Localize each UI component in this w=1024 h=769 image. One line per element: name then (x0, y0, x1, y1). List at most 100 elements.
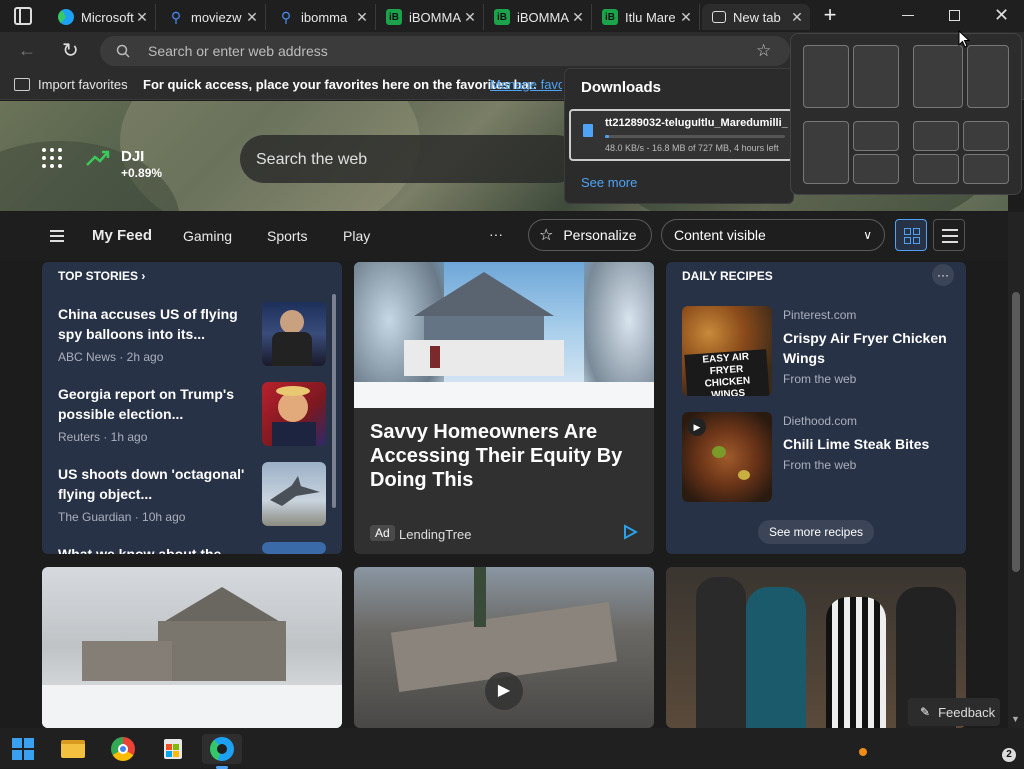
personalize-button[interactable]: ☆ Personalize (528, 219, 652, 251)
tab-label: moviezw (191, 9, 242, 25)
ad-card[interactable]: Savvy Homeowners Are Accessing Their Equ… (354, 262, 654, 554)
tab-sports[interactable]: Sports (267, 228, 307, 244)
close-tab-icon[interactable]: ✕ (135, 9, 149, 26)
chrome-icon[interactable] (108, 734, 138, 764)
close-tab-icon[interactable]: ✕ (679, 9, 693, 26)
tab[interactable]: New tab ✕ (702, 4, 810, 30)
refresh-button[interactable]: ↻ (62, 38, 79, 63)
tab[interactable]: iB iBOMMA ✕ (484, 4, 592, 30)
snap-zone[interactable] (963, 121, 1009, 151)
apps-grid-icon[interactable] (42, 148, 62, 168)
ad-badge: Ad (370, 525, 395, 541)
tab[interactable]: iB Itlu Mare ✕ (592, 4, 700, 30)
close-window-button[interactable]: ✕ (994, 5, 1009, 26)
tab-my-feed[interactable]: My Feed (92, 227, 152, 244)
feedback-button[interactable]: ✎ Feedback (908, 698, 1000, 726)
tab-play[interactable]: Play (343, 228, 370, 244)
minimize-button[interactable] (902, 15, 914, 16)
tab-label: iBOMMA (517, 9, 569, 25)
tab[interactable]: Microsoft ✕ (48, 4, 156, 30)
edge-icon (58, 9, 74, 25)
recipe-thumbnail: ▶ (682, 412, 772, 502)
story-item[interactable]: What we know about the (58, 544, 248, 554)
page-scrollbar[interactable]: ▼ (1008, 212, 1024, 728)
snap-zone[interactable] (803, 45, 849, 108)
tab-label: New tab (733, 9, 781, 25)
recipe-title[interactable]: Crispy Air Fryer Chicken Wings (783, 328, 953, 368)
ibomma-icon: iB (602, 9, 618, 25)
recipe-overlay: EASY AIR FRYER CHICKEN WINGS (684, 349, 770, 396)
story-item[interactable]: US shoots down 'octagonal' flying object… (58, 464, 248, 524)
stories-scrollbar[interactable] (332, 294, 336, 508)
news-card-video[interactable]: ▶ (354, 567, 654, 728)
snap-zone[interactable] (963, 154, 1009, 184)
web-search-input[interactable]: Search the web (240, 135, 580, 183)
back-button[interactable]: ← (18, 40, 36, 61)
edge-icon[interactable] (202, 734, 242, 769)
snap-zone[interactable] (913, 45, 963, 108)
store-icon[interactable] (158, 734, 188, 764)
close-tab-icon[interactable]: ✕ (355, 9, 369, 26)
content-visible-dropdown[interactable]: Content visible ∨ (661, 219, 885, 251)
import-favorites-icon (14, 78, 30, 91)
ibomma-icon: iB (386, 9, 402, 25)
snap-zone[interactable] (913, 154, 959, 184)
close-tab-icon[interactable]: ✕ (790, 9, 804, 26)
stock-ticker[interactable]: DJI (121, 148, 144, 165)
close-tab-icon[interactable]: ✕ (463, 9, 477, 26)
manage-favorites-link[interactable]: Manage favori (490, 77, 562, 92)
tab-gaming[interactable]: Gaming (183, 228, 232, 244)
favorites-hint: For quick access, place your favorites h… (143, 77, 537, 92)
recipe-title[interactable]: Chili Lime Steak Bites (783, 434, 953, 454)
story-item[interactable]: Georgia report on Trump's possible elect… (58, 384, 248, 444)
ad-sponsor: LendingTree (399, 527, 472, 542)
grid-view-button[interactable] (895, 219, 927, 251)
story-thumbnail (262, 462, 326, 526)
download-status: 48.0 KB/s - 16.8 MB of 727 MB, 4 hours l… (605, 143, 779, 153)
tab-strip: Microsoft ✕ ⚲ moviezw ✕ ⚲ ibomma ✕ iB iBOMMA ✕ iB iB… (0, 0, 1024, 32)
news-card-house[interactable] (42, 567, 342, 728)
new-tab-button[interactable]: + (820, 4, 840, 28)
story-item[interactable]: China accuses US of flying spy balloons … (58, 304, 248, 364)
address-bar[interactable]: Search or enter web address ☆ (100, 36, 790, 66)
snap-zone[interactable] (853, 121, 899, 151)
notification-dot[interactable] (859, 748, 867, 756)
snap-zone[interactable] (967, 45, 1009, 108)
notification-badge[interactable]: 2 (1002, 748, 1016, 762)
recipe-meta: From the web (783, 458, 857, 472)
close-tab-icon[interactable]: ✕ (571, 9, 585, 26)
tab[interactable]: ⚲ ibomma ✕ (268, 4, 376, 30)
address-input[interactable]: Search or enter web address (148, 36, 328, 66)
file-explorer-icon[interactable] (58, 734, 88, 764)
add-favorite-icon[interactable]: ☆ (756, 41, 771, 61)
tab[interactable]: ⚲ moviezw ✕ (158, 4, 266, 30)
close-tab-icon[interactable]: ✕ (245, 9, 259, 26)
recipe-thumbnail: EASY AIR FRYER CHICKEN WINGS (682, 306, 772, 396)
more-tabs-button[interactable]: ··· (489, 226, 503, 242)
download-item[interactable]: tt21289032-teluguItlu_Maredumilli_ 48.0 … (569, 109, 793, 161)
top-stories-header[interactable]: TOP STORIES › (58, 269, 145, 283)
snap-zone[interactable] (853, 154, 899, 184)
restore-button[interactable] (949, 10, 960, 21)
downloads-see-more-link[interactable]: See more (581, 175, 637, 190)
tab[interactable]: iB iBOMMA ✕ (376, 4, 484, 30)
list-view-button[interactable] (933, 219, 965, 251)
tab-actions-icon[interactable] (14, 7, 32, 25)
recipes-more-button[interactable]: ··· (932, 264, 954, 286)
menu-icon[interactable] (50, 230, 64, 242)
adchoices-icon[interactable] (622, 524, 638, 540)
snap-zone[interactable] (913, 121, 959, 151)
play-icon[interactable]: ▶ (688, 418, 706, 436)
download-filename: tt21289032-teluguItlu_Maredumilli_ (605, 117, 788, 129)
see-more-recipes-button[interactable]: See more recipes (758, 520, 874, 544)
snap-zone[interactable] (853, 45, 899, 108)
newtab-icon (712, 11, 726, 23)
search-icon: ⚲ (280, 8, 292, 25)
import-favorites-button[interactable]: Import favorites (38, 77, 128, 92)
scroll-down-icon[interactable]: ▼ (1011, 714, 1020, 724)
play-video-icon[interactable]: ▶ (485, 672, 523, 710)
file-icon (583, 124, 593, 137)
search-icon (116, 44, 130, 58)
start-button[interactable] (8, 734, 38, 764)
snap-zone[interactable] (803, 121, 849, 184)
